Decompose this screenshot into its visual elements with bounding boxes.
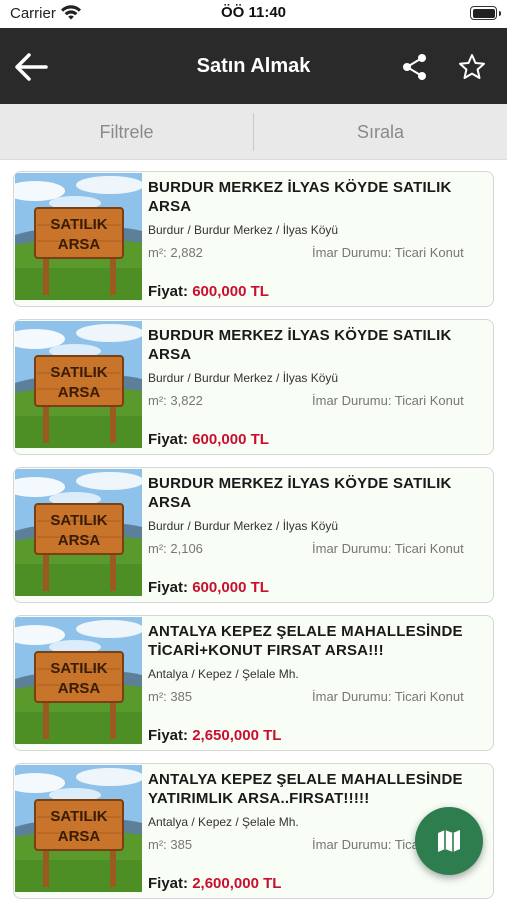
- star-outline-icon[interactable]: [457, 52, 487, 82]
- sign-text-line2: ARSA: [58, 828, 101, 845]
- sign-text-line1: SATILIK: [50, 216, 107, 233]
- price-label: Fiyat:: [148, 283, 189, 300]
- listing-price: Fiyat: 2,600,000 TL: [148, 875, 281, 892]
- listing-card[interactable]: SATILIK ARSA BURDUR MERKEZ İLYAS KÖYDE S…: [13, 319, 494, 455]
- listing-location: Antalya / Kepez / Şelale Mh.: [148, 667, 299, 681]
- listing-location: Burdur / Burdur Merkez / İlyas Köyü: [148, 223, 339, 237]
- price-amount: 2,650,000 TL: [192, 727, 282, 744]
- status-bar: Carrier ÖÖ 11:40: [0, 0, 507, 28]
- listing-zoning: İmar Durumu: Ticari Konut: [312, 689, 464, 704]
- listing-title: ANTALYA KEPEZ ŞELALE MAHALLESİNDE TİCARİ…: [148, 623, 463, 659]
- listing-card[interactable]: SATILIK ARSA BURDUR MERKEZ İLYAS KÖYDE S…: [13, 171, 494, 307]
- listing-price: Fiyat: 600,000 TL: [148, 431, 269, 448]
- price-label: Fiyat:: [148, 579, 189, 596]
- listing-title: BURDUR MERKEZ İLYAS KÖYDE SATILIK ARSA: [148, 327, 452, 363]
- listing-price: Fiyat: 600,000 TL: [148, 579, 269, 596]
- listing-thumbnail: SATILIK ARSA: [15, 617, 142, 744]
- listing-thumbnail: SATILIK ARSA: [15, 469, 142, 596]
- listing-zoning: İmar Durumu: Ticari Konut: [312, 541, 464, 556]
- map-button[interactable]: [415, 807, 483, 875]
- sign-text-line1: SATILIK: [50, 512, 107, 529]
- price-amount: 2,600,000 TL: [192, 875, 282, 892]
- listing-title: BURDUR MERKEZ İLYAS KÖYDE SATILIK ARSA: [148, 179, 452, 215]
- sign-text-line1: SATILIK: [50, 364, 107, 381]
- listing-area: m²: 3,822: [148, 393, 203, 408]
- listing-price: Fiyat: 600,000 TL: [148, 283, 269, 300]
- listing-card[interactable]: SATILIK ARSA BURDUR MERKEZ İLYAS KÖYDE S…: [13, 467, 494, 603]
- clock: ÖÖ 11:40: [220, 4, 287, 21]
- sort-button[interactable]: Sırala: [254, 104, 507, 160]
- listing-location: Burdur / Burdur Merkez / İlyas Köyü: [148, 371, 339, 385]
- listing-area: m²: 385: [148, 837, 193, 852]
- page-title: Satın Almak: [196, 55, 311, 77]
- listing-thumbnail: SATILIK ARSA: [15, 173, 142, 300]
- listing-zoning: İmar Durumu: Ticari Konut: [312, 393, 464, 408]
- price-amount: 600,000 TL: [192, 431, 269, 448]
- listing-area: m²: 2,106: [148, 541, 203, 556]
- listing-area: m²: 2,882: [148, 245, 203, 260]
- sign-text-line2: ARSA: [58, 532, 101, 549]
- sign-text-line2: ARSA: [58, 680, 101, 697]
- listing-location: Antalya / Kepez / Şelale Mh.: [148, 815, 299, 829]
- navigation-bar: Satın Almak: [0, 28, 507, 104]
- price-amount: 600,000 TL: [192, 579, 269, 596]
- sign-text-line2: ARSA: [58, 236, 101, 253]
- listing-thumbnail: SATILIK ARSA: [15, 765, 142, 892]
- battery-icon: [470, 6, 501, 20]
- listing-title: BURDUR MERKEZ İLYAS KÖYDE SATILIK ARSA: [148, 475, 452, 511]
- listing-thumbnail: SATILIK ARSA: [15, 321, 142, 448]
- listing-location: Burdur / Burdur Merkez / İlyas Köyü: [148, 519, 339, 533]
- sign-text-line1: SATILIK: [50, 808, 107, 825]
- price-label: Fiyat:: [148, 875, 189, 892]
- price-label: Fiyat:: [148, 727, 189, 744]
- sign-text-line1: SATILIK: [50, 660, 107, 677]
- share-icon[interactable]: [400, 52, 430, 82]
- map-icon: [438, 830, 460, 852]
- price-label: Fiyat:: [148, 431, 189, 448]
- listing-card[interactable]: SATILIK ARSA ANTALYA KEPEZ ŞELALE MAHALL…: [13, 615, 494, 751]
- listing-title: ANTALYA KEPEZ ŞELALE MAHALLESİNDE YATIRI…: [148, 771, 463, 807]
- listing-list[interactable]: SATILIK ARSA BURDUR MERKEZ İLYAS KÖYDE S…: [0, 160, 507, 900]
- price-amount: 600,000 TL: [192, 283, 269, 300]
- listing-area: m²: 385: [148, 689, 193, 704]
- listing-zoning: İmar Durumu: Ticari Konut: [312, 245, 464, 260]
- filter-sort-bar: Filtrele Sırala: [0, 104, 507, 160]
- filter-button[interactable]: Filtrele: [0, 104, 253, 160]
- listing-price: Fiyat: 2,650,000 TL: [148, 727, 281, 744]
- sign-text-line2: ARSA: [58, 384, 101, 401]
